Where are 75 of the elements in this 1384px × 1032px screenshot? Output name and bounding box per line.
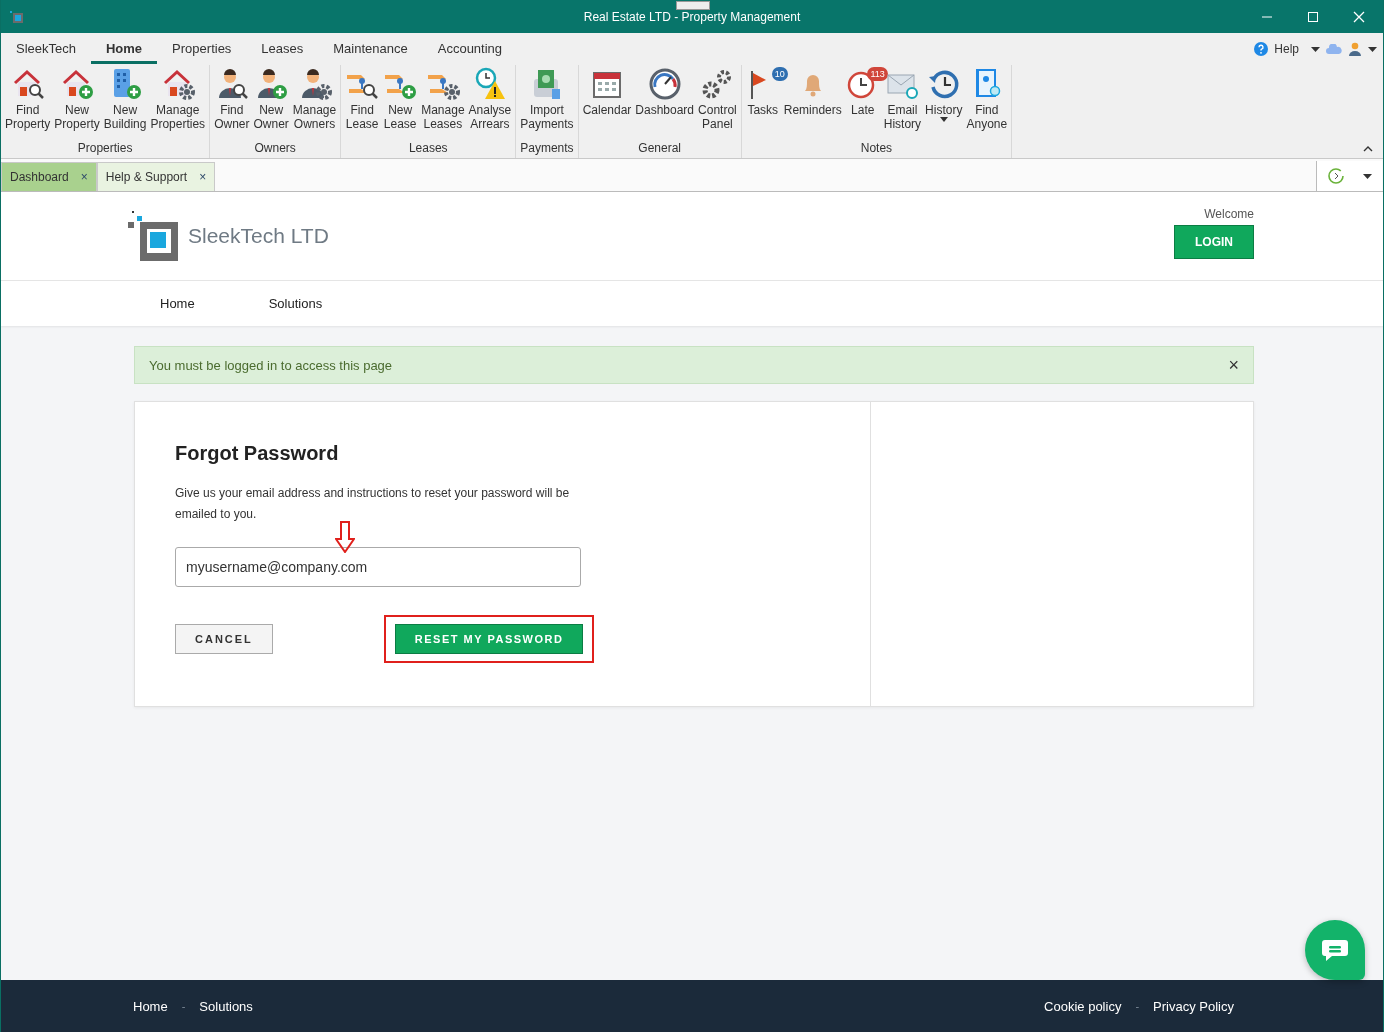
help-link[interactable]: Help bbox=[1274, 42, 1299, 56]
menu-tab[interactable]: Leases bbox=[246, 34, 319, 64]
ribbon-button[interactable]: Find Anyone bbox=[966, 103, 1008, 131]
group-title: Notes bbox=[860, 141, 893, 157]
menu-tab[interactable]: SleekTech bbox=[1, 34, 91, 64]
ribbon-button[interactable]: Import Payments bbox=[520, 103, 574, 131]
ribbon-button[interactable]: Dashboard bbox=[635, 103, 695, 117]
caret-icon[interactable] bbox=[1368, 46, 1377, 52]
group-title: Payments bbox=[520, 141, 574, 157]
chat-icon[interactable] bbox=[1322, 939, 1348, 961]
alert-text: You must be logged in to access this page bbox=[149, 357, 393, 373]
form-description: Give us your email address and instructions to reset your password will be emailed to you. bbox=[175, 485, 571, 523]
ribbon-button[interactable]: Analyse Arrears bbox=[468, 103, 512, 131]
close-icon[interactable] bbox=[1353, 10, 1365, 23]
group-title: Leases bbox=[408, 141, 448, 157]
group-title: General bbox=[638, 141, 682, 157]
footer-link[interactable]: Solutions bbox=[199, 998, 253, 1014]
refresh-icon[interactable] bbox=[1327, 167, 1345, 185]
document-tab[interactable]: Help & Support × bbox=[96, 162, 216, 191]
brand-name: SleekTech LTD bbox=[188, 224, 329, 248]
separator: - bbox=[181, 1000, 186, 1012]
separator: - bbox=[1135, 1000, 1140, 1012]
ribbon-button[interactable]: Manage Owners bbox=[292, 103, 337, 131]
tab-close[interactable]: × bbox=[199, 170, 207, 184]
ribbon-button[interactable]: Control Panel bbox=[698, 103, 737, 131]
ribbon-button[interactable]: Find Owner bbox=[214, 103, 250, 131]
maximize-icon[interactable] bbox=[1307, 10, 1319, 23]
email-field[interactable]: myusername@company.com bbox=[175, 547, 581, 587]
collapse-icon[interactable] bbox=[1363, 146, 1373, 152]
footer-link[interactable]: Home bbox=[133, 998, 168, 1014]
ribbon-button[interactable]: Calendar bbox=[582, 103, 632, 117]
caret-icon[interactable] bbox=[939, 117, 948, 122]
nav-link[interactable]: Home bbox=[160, 296, 195, 311]
document-tab[interactable]: Dashboard × bbox=[1, 162, 97, 191]
house-add-icon[interactable] bbox=[60, 67, 95, 101]
app-icon bbox=[10, 9, 24, 24]
count-badge: 10 bbox=[771, 67, 788, 81]
tab-title[interactable]: Help & Support bbox=[105, 170, 188, 184]
ribbon-button[interactable]: New Lease bbox=[383, 103, 417, 131]
form-title: Forgot Password bbox=[175, 442, 339, 465]
help-icon[interactable] bbox=[1254, 42, 1269, 56]
ribbon-button[interactable]: Find Lease bbox=[345, 103, 379, 131]
logo-icon bbox=[128, 211, 178, 261]
ribbon-button[interactable]: New Owner bbox=[253, 103, 289, 131]
gauge-icon[interactable] bbox=[647, 67, 682, 101]
drag-handle[interactable] bbox=[676, 1, 710, 10]
menu-tab[interactable]: Accounting bbox=[422, 34, 518, 64]
menu-tab[interactable]: Maintenance bbox=[318, 34, 423, 64]
ribbon-button[interactable]: Reminders bbox=[783, 103, 842, 117]
cancel-button[interactable]: CANCEL bbox=[175, 624, 273, 654]
ribbon-button[interactable]: History bbox=[925, 103, 963, 117]
tab-close[interactable]: × bbox=[80, 170, 88, 184]
count-badge: 113 bbox=[867, 67, 888, 81]
window-title: Real Estate LTD - Property Management bbox=[583, 9, 801, 24]
footer-link[interactable]: Privacy Policy bbox=[1153, 998, 1234, 1014]
group-title: Properties bbox=[77, 141, 133, 157]
ribbon-button[interactable]: Manage Properties bbox=[150, 103, 206, 131]
welcome-text: Welcome bbox=[1204, 207, 1254, 221]
caret-icon[interactable] bbox=[1363, 173, 1372, 179]
group-title: Owners bbox=[254, 141, 296, 157]
ribbon-button[interactable]: New Building bbox=[103, 103, 147, 131]
ribbon-button[interactable]: Tasks bbox=[747, 103, 779, 117]
user-icon[interactable] bbox=[1348, 42, 1362, 56]
ribbon-button[interactable]: Find Property bbox=[5, 103, 51, 131]
menu-tab[interactable]: Properties bbox=[157, 34, 247, 64]
caret-icon[interactable] bbox=[1311, 46, 1320, 52]
tab-title[interactable]: Dashboard bbox=[10, 170, 69, 184]
nav-link[interactable]: Solutions bbox=[268, 296, 323, 311]
footer-link[interactable]: Cookie policy bbox=[1044, 998, 1122, 1014]
chat-button[interactable] bbox=[1305, 920, 1365, 980]
ribbon-button[interactable]: Email History bbox=[883, 103, 922, 131]
ribbon-button[interactable]: Manage Leases bbox=[421, 103, 465, 131]
ribbon-button[interactable]: New Property bbox=[54, 103, 100, 131]
alert-close[interactable]: × bbox=[1228, 354, 1239, 376]
ribbon-button[interactable]: Late bbox=[851, 103, 875, 117]
